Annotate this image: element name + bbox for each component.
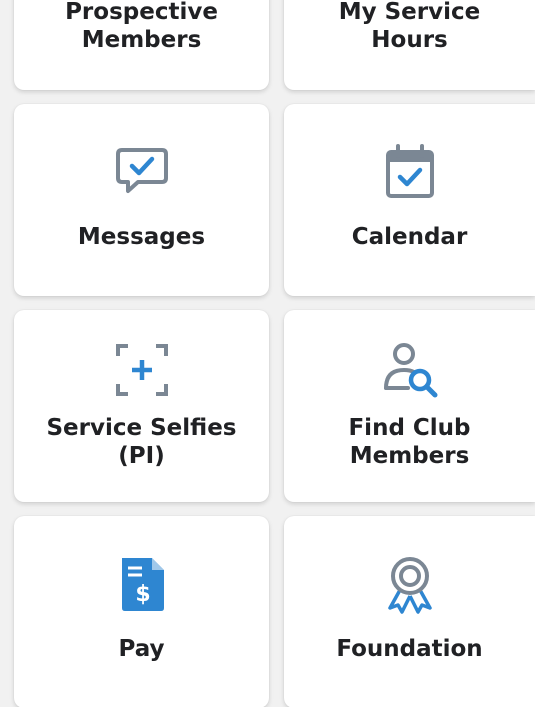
tile-find-club-members[interactable]: Find Club Members — [284, 310, 535, 502]
tile-label-line1: Prospective — [65, 0, 218, 25]
tile-pay[interactable]: $ Pay — [14, 516, 269, 707]
tile-label: Messages — [77, 224, 206, 250]
person-search-icon — [380, 340, 440, 400]
tile-label-line1: Find Club — [348, 415, 471, 441]
tile-label-line1: My Service — [338, 0, 481, 25]
award-ribbon-icon — [380, 554, 440, 614]
tile-label: Find Club Members — [284, 414, 535, 470]
tile-label-line2: (PI) — [118, 443, 165, 469]
tile-service-selfies[interactable]: Service Selfies (PI) — [14, 310, 269, 502]
invoice-dollar-icon: $ — [112, 554, 172, 614]
tile-foundation[interactable]: Foundation — [284, 516, 535, 707]
tile-label-line1: Service Selfies — [46, 415, 237, 441]
tile-label: Calendar — [351, 224, 468, 250]
tile-prospective-members[interactable]: Prospective Members — [14, 0, 269, 90]
tile-messages[interactable]: Messages — [14, 104, 269, 296]
menu-grid: Prospective Members My Service Hours Mes… — [0, 0, 535, 707]
tile-label: My Service Hours — [284, 0, 535, 54]
tile-label: Pay — [118, 636, 165, 662]
tile-calendar[interactable]: Calendar — [284, 104, 535, 296]
calendar-check-icon — [380, 142, 440, 202]
svg-text:$: $ — [135, 582, 150, 607]
tile-label: Foundation — [336, 636, 483, 662]
tile-label-line2: Hours — [371, 27, 448, 53]
tile-label-line2: Members — [349, 443, 470, 469]
camera-frame-plus-icon — [112, 340, 172, 400]
tile-my-service-hours[interactable]: My Service Hours — [284, 0, 535, 90]
tile-label: Prospective Members — [14, 0, 269, 54]
tile-label: Service Selfies (PI) — [14, 414, 269, 470]
tile-label-line2: Members — [81, 27, 202, 53]
chat-check-icon — [112, 142, 172, 202]
